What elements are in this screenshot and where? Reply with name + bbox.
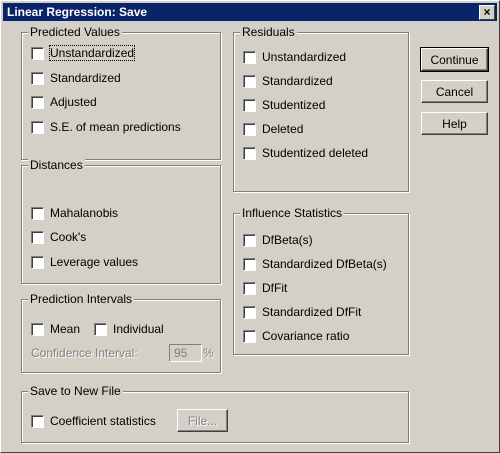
- checkbox-label: Standardized DfFit: [262, 305, 362, 319]
- predicted-values-group: Predicted Values Unstandardized Standard…: [21, 25, 221, 160]
- checkbox-label: Mahalanobis: [50, 206, 119, 220]
- checkbox-label: Covariance ratio: [262, 329, 350, 343]
- checkbox-label: Adjusted: [50, 95, 97, 109]
- help-button[interactable]: Help: [421, 112, 488, 135]
- checkbox-box[interactable]: [31, 47, 44, 60]
- checkbox-box[interactable]: [243, 282, 256, 295]
- prediction-intervals-group: Prediction Intervals Mean Individual Con…: [21, 292, 221, 373]
- checkbox-box[interactable]: [31, 231, 44, 244]
- checkbox-box[interactable]: [31, 121, 44, 134]
- prediction-intervals-legend: Prediction Intervals: [28, 292, 135, 306]
- checkbox-box[interactable]: [243, 123, 256, 136]
- checkbox-label: Individual: [113, 322, 164, 336]
- checkbox-label: Deleted: [262, 122, 304, 136]
- checkbox-label: Cook's: [50, 230, 87, 244]
- checkbox-box[interactable]: [94, 323, 107, 336]
- checkbox-box[interactable]: [31, 96, 44, 109]
- close-button[interactable]: ×: [479, 5, 495, 20]
- checkbox-box[interactable]: [31, 256, 44, 269]
- influence-statistics-legend: Influence Statistics: [240, 206, 345, 220]
- checkbox-label: Standardized: [262, 74, 333, 88]
- checkbox-label: Mean: [50, 322, 81, 336]
- window-title: Linear Regression: Save: [7, 5, 148, 19]
- checkbox-box[interactable]: [243, 234, 256, 247]
- residuals-legend: Residuals: [240, 25, 297, 39]
- confidence-interval-label: Confidence Interval:: [31, 346, 138, 360]
- title-bar[interactable]: Linear Regression: Save ×: [3, 3, 497, 21]
- influence-statistics-group: Influence Statistics DfBeta(s) Standardi…: [233, 206, 409, 355]
- checkbox-box[interactable]: [243, 75, 256, 88]
- predicted-values-legend: Predicted Values: [28, 25, 122, 39]
- checkbox-label: DfBeta(s): [262, 233, 313, 247]
- continue-button[interactable]: Continue: [420, 47, 489, 72]
- checkbox-box[interactable]: [243, 258, 256, 271]
- checkbox-label: Leverage values: [50, 255, 139, 269]
- save-to-new-file-group: Save to New File Coefficient statistics …: [21, 384, 409, 443]
- checkbox-label: Studentized deleted: [262, 146, 369, 160]
- checkbox-box[interactable]: [31, 323, 44, 336]
- distances-group: Distances Mahalanobis Cook's Leverage va…: [21, 158, 221, 284]
- checkbox-label: Unstandardized: [48, 45, 136, 61]
- checkbox-box[interactable]: [31, 72, 44, 85]
- checkbox-label: DfFit: [262, 281, 288, 295]
- checkbox-box[interactable]: [243, 330, 256, 343]
- residuals-group: Residuals Unstandardized Standardized St…: [233, 25, 409, 192]
- checkbox-box[interactable]: [243, 99, 256, 112]
- percent-label: %: [203, 346, 214, 360]
- checkbox-label: Standardized: [50, 71, 121, 85]
- checkbox-box[interactable]: [31, 207, 44, 220]
- checkbox-label: Standardized DfBeta(s): [262, 257, 387, 271]
- file-button[interactable]: File...: [177, 409, 228, 432]
- checkbox-box[interactable]: [243, 306, 256, 319]
- save-to-new-file-legend: Save to New File: [28, 384, 123, 398]
- checkbox-box[interactable]: [243, 147, 256, 160]
- confidence-interval-field[interactable]: 95: [169, 344, 202, 362]
- checkbox-box[interactable]: [243, 51, 256, 64]
- checkbox-box[interactable]: [31, 415, 44, 428]
- checkbox-label: S.E. of mean predictions: [50, 120, 181, 134]
- checkbox-label: Studentized: [262, 98, 326, 112]
- checkbox-label: Coefficient statistics: [50, 414, 156, 428]
- dialog-window: Linear Regression: Save × Predicted Valu…: [0, 0, 500, 453]
- cancel-button[interactable]: Cancel: [421, 80, 488, 103]
- distances-legend: Distances: [28, 158, 85, 172]
- checkbox-label: Unstandardized: [262, 50, 347, 64]
